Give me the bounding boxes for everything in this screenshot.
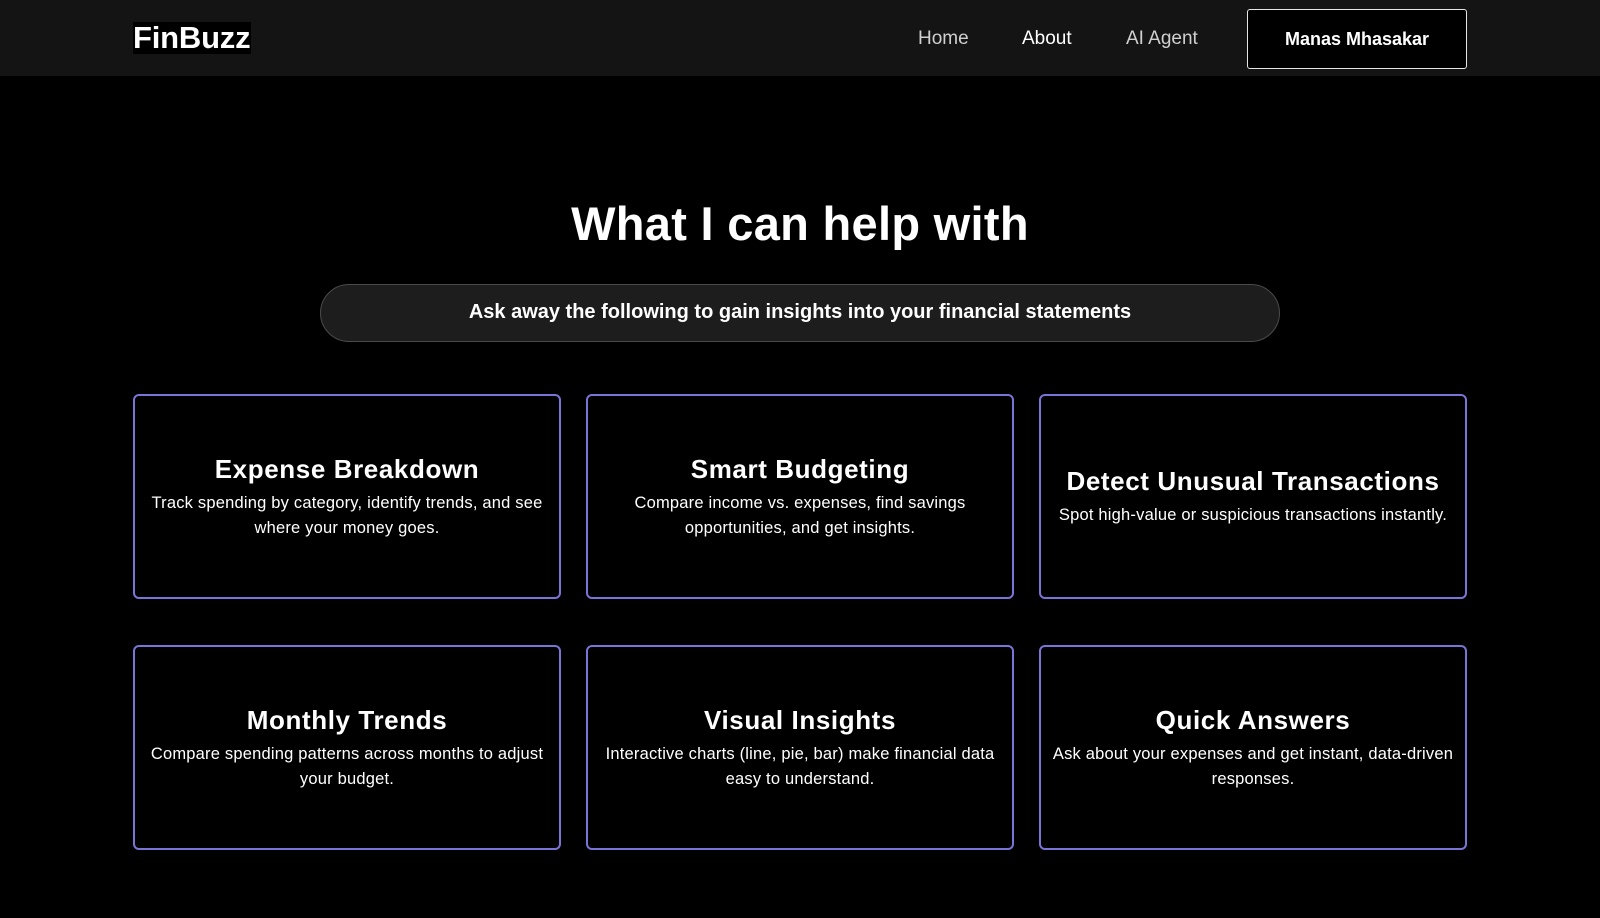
- user-profile-button[interactable]: Manas Mhasakar: [1247, 9, 1467, 69]
- feature-card-title: Visual Insights: [703, 704, 896, 735]
- feature-card-description: Compare spending patterns across months …: [150, 744, 544, 788]
- feature-card-monthly-trends[interactable]: Monthly Trends Compare spending patterns…: [133, 645, 561, 850]
- feature-card-description: Compare income vs. expenses, find saving…: [634, 493, 966, 537]
- feature-card-description: Interactive charts (line, pie, bar) make…: [605, 744, 995, 788]
- navbar: FinBuzz Home About AI Agent Manas Mhasak…: [0, 0, 1600, 76]
- feature-card-description: Ask about your expenses and get instant,…: [1052, 744, 1454, 788]
- feature-card-title: Smart Budgeting: [690, 453, 910, 484]
- feature-card-description: Spot high-value or suspicious transactio…: [1058, 506, 1448, 524]
- feature-card-smart-budgeting[interactable]: Smart Budgeting Compare income vs. expen…: [586, 394, 1014, 599]
- page-title: What I can help with: [571, 197, 1029, 250]
- feature-card-description: Track spending by category, identify tre…: [151, 493, 543, 537]
- nav-link-home[interactable]: Home: [918, 26, 969, 52]
- feature-card-title: Detect Unusual Transactions: [1066, 466, 1440, 496]
- nav-link-about[interactable]: About: [1022, 26, 1072, 52]
- feature-card-title: Monthly Trends: [246, 704, 448, 735]
- feature-card-title: Quick Answers: [1155, 704, 1351, 735]
- feature-card-quick-answers[interactable]: Quick Answers Ask about your expenses an…: [1039, 645, 1467, 850]
- feature-card-title: Expense Breakdown: [214, 453, 480, 484]
- feature-card-visual-insights[interactable]: Visual Insights Interactive charts (line…: [586, 645, 1014, 850]
- subtitle-pill: Ask away the following to gain insights …: [320, 284, 1280, 342]
- brand-logo[interactable]: FinBuzz: [133, 22, 252, 54]
- feature-card-expense-breakdown[interactable]: Expense Breakdown Track spending by cate…: [133, 394, 561, 599]
- feature-card-detect-unusual-transactions[interactable]: Detect Unusual Transactions Spot high-va…: [1039, 394, 1467, 599]
- nav-link-ai-agent[interactable]: AI Agent: [1126, 26, 1198, 52]
